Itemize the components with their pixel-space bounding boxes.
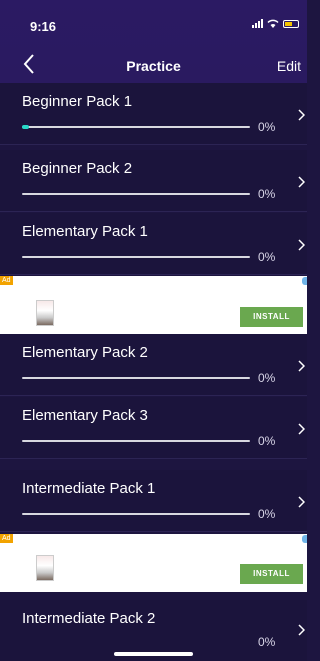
pack-label: Beginner Pack 1 bbox=[22, 93, 133, 110]
chevron-right-icon bbox=[298, 109, 305, 121]
chevron-right-icon bbox=[298, 624, 305, 636]
edit-button[interactable]: Edit bbox=[277, 58, 301, 74]
progress-percent: 0% bbox=[258, 250, 276, 264]
progress-track bbox=[22, 125, 250, 129]
progress-track bbox=[22, 256, 250, 258]
pack-label: Intermediate Pack 1 bbox=[22, 480, 156, 497]
ad-thumbnail[interactable] bbox=[36, 300, 54, 326]
home-indicator[interactable] bbox=[114, 652, 193, 656]
pack-label: Beginner Pack 2 bbox=[22, 160, 133, 177]
pack-row-elementary-1[interactable]: Elementary Pack 1 0% bbox=[0, 213, 307, 275]
ad-tag: Ad bbox=[0, 534, 13, 543]
ad-install-button[interactable]: INSTALL bbox=[240, 307, 303, 327]
ad-thumbnail[interactable] bbox=[36, 555, 54, 581]
ad-banner[interactable]: Ad INSTALL bbox=[0, 534, 307, 592]
progress-percent: 0% bbox=[258, 187, 276, 201]
pack-label: Elementary Pack 3 bbox=[22, 407, 148, 424]
pack-label: Intermediate Pack 2 bbox=[22, 610, 156, 627]
page-title: Practice bbox=[126, 58, 181, 74]
chevron-right-icon bbox=[298, 496, 305, 508]
progress-fill bbox=[22, 125, 29, 129]
progress-track bbox=[22, 440, 250, 442]
pack-row-elementary-3[interactable]: Elementary Pack 3 0% bbox=[0, 397, 307, 459]
ad-banner[interactable]: Ad INSTALL bbox=[0, 276, 307, 334]
progress-percent: 0% bbox=[258, 434, 276, 448]
chevron-right-icon bbox=[298, 423, 305, 435]
chevron-right-icon bbox=[298, 239, 305, 251]
ad-tag: Ad bbox=[0, 276, 13, 285]
signal-icon bbox=[252, 19, 263, 28]
status-time: 9:16 bbox=[30, 19, 57, 34]
wifi-icon bbox=[267, 19, 279, 28]
progress-percent: 0% bbox=[258, 635, 276, 649]
progress-percent: 0% bbox=[258, 507, 276, 521]
progress-percent: 0% bbox=[258, 120, 276, 134]
progress-track bbox=[22, 377, 250, 379]
pack-label: Elementary Pack 1 bbox=[22, 223, 148, 240]
ad-info-icon[interactable] bbox=[302, 535, 307, 543]
pack-row-beginner-2[interactable]: Beginner Pack 2 0% bbox=[0, 150, 307, 212]
header: 9:16 Practice Edit bbox=[0, 0, 307, 83]
progress-track bbox=[22, 513, 250, 515]
status-icons bbox=[252, 19, 299, 28]
battery-icon bbox=[283, 19, 299, 28]
progress-track bbox=[22, 193, 250, 195]
pack-row-elementary-2[interactable]: Elementary Pack 2 0% bbox=[0, 334, 307, 396]
chevron-right-icon bbox=[298, 360, 305, 372]
ad-install-button[interactable]: INSTALL bbox=[240, 564, 303, 584]
chevron-right-icon bbox=[298, 176, 305, 188]
progress-percent: 0% bbox=[258, 371, 276, 385]
pack-label: Elementary Pack 2 bbox=[22, 344, 148, 361]
ad-info-icon[interactable] bbox=[302, 277, 307, 285]
pack-row-intermediate-1[interactable]: Intermediate Pack 1 0% bbox=[0, 470, 307, 532]
pack-row-beginner-1[interactable]: Beginner Pack 1 0% bbox=[0, 83, 307, 145]
